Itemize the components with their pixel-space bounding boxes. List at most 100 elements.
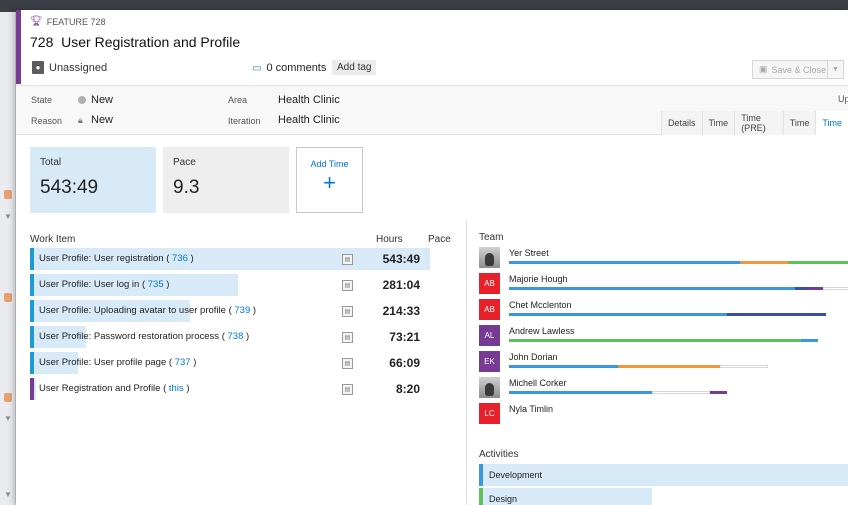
work-item-header: Work Item [30, 234, 76, 245]
iteration-value[interactable]: Health Clinic [278, 114, 340, 126]
activities-header: Activities [479, 449, 519, 460]
pace-tile: Pace 9.3 [163, 147, 289, 213]
save-close-button[interactable]: ▣ Save & Close ▼ [752, 60, 844, 79]
bar-segment [740, 261, 788, 264]
tab-details[interactable]: Details [661, 111, 702, 135]
feature-title[interactable]: User Registration and Profile [61, 34, 240, 50]
comments-count[interactable]: 0 comments [266, 62, 326, 74]
work-item-link[interactable]: 738 [228, 331, 244, 342]
work-item-title[interactable]: User Profile: User profile page ( 737 ) [39, 357, 196, 368]
paren-close: ) [243, 331, 250, 342]
assigned-to-field[interactable]: ● Unassigned [32, 61, 107, 74]
team-header: Team [479, 232, 504, 243]
table-row[interactable]: User Profile: User log in ( 735 ) ▤ 281:04 [30, 274, 430, 296]
work-item-form-icon[interactable]: ▤ [342, 280, 353, 291]
work-item-hours: 8:20 [395, 382, 420, 396]
member-name: Andrew Lawless [509, 326, 575, 336]
plus-icon: + [323, 170, 336, 195]
table-row[interactable]: User Registration and Profile ( this ) ▤ 8… [30, 378, 430, 400]
work-item-accent [30, 248, 34, 270]
work-item-text: User Profile: User registration [39, 253, 167, 264]
work-item-title[interactable]: User Profile: User registration ( 736 ) [39, 253, 194, 264]
work-item-title[interactable]: User Profile: User log in ( 735 ) [39, 279, 169, 290]
work-item-title[interactable]: User Profile: Uploading avatar to user p… [39, 305, 256, 316]
bar-segment [618, 365, 720, 368]
work-item-title[interactable]: User Registration and Profile ( this ) [39, 383, 190, 394]
table-row[interactable]: User Profile: User registration ( 736 ) ▤… [30, 248, 430, 270]
team-member[interactable]: Yer Street [479, 247, 848, 271]
comments-link[interactable]: ▭ 0 comments [252, 62, 326, 74]
work-item-link[interactable]: 736 [172, 253, 188, 264]
paren-close: ) [183, 383, 190, 394]
trophy-icon: 🏆︎ [30, 16, 43, 27]
team-member[interactable]: AB Majorie Hough [479, 273, 848, 297]
table-row[interactable]: User Profile: User profile page ( 737 ) ▤… [30, 352, 430, 374]
bar-segment [710, 391, 727, 394]
work-item-link[interactable]: 737 [175, 357, 191, 368]
work-item-form-icon[interactable]: ▤ [342, 254, 353, 265]
tab-time-active[interactable]: Time [815, 111, 848, 135]
table-row[interactable]: User Profile: Password restoration proce… [30, 326, 430, 348]
work-item-text: User Profile: User log in [39, 279, 142, 290]
avatar [479, 247, 500, 268]
tab-time-pre[interactable]: Time (PRE) [734, 111, 783, 135]
work-item-accent [30, 326, 34, 348]
activity-name: Development [489, 470, 543, 480]
member-name: Majorie Hough [509, 274, 568, 284]
avatar: AB [479, 299, 500, 320]
member-name: Nyla Timlin [509, 404, 554, 414]
member-name: Yer Street [509, 248, 549, 258]
member-name: Michell Corker [509, 378, 567, 388]
state-value[interactable]: New [91, 94, 113, 106]
chevron-down-icon[interactable]: ▼ [827, 61, 843, 78]
work-item-title[interactable]: User Profile: Password restoration proce… [39, 331, 249, 342]
state-label: State [31, 95, 53, 105]
assigned-value[interactable]: Unassigned [49, 62, 107, 74]
page-title[interactable]: 728 User Registration and Profile [30, 34, 240, 50]
work-item-form-icon[interactable]: ▤ [342, 332, 353, 343]
work-item-form-icon[interactable]: ▤ [342, 384, 353, 395]
tab-time[interactable]: Time [701, 111, 735, 135]
work-item-hours: 73:21 [389, 330, 420, 344]
avatar: EK [479, 351, 500, 372]
work-item-form-icon[interactable]: ▤ [342, 358, 353, 369]
reason-value[interactable]: New [91, 114, 113, 126]
tab-time-2[interactable]: Time [782, 111, 816, 135]
save-close-label[interactable]: ▣ Save & Close [753, 64, 827, 75]
add-time-button[interactable]: Add Time + [296, 147, 363, 213]
bg-marker [4, 393, 12, 402]
fields-panel: State New Reason 🔒︎ New Area Health Clin… [16, 85, 848, 135]
work-item-link[interactable]: this [169, 383, 184, 394]
activity-row[interactable]: Design [479, 488, 848, 505]
work-item-hours: 281:04 [382, 278, 420, 292]
work-item-link[interactable]: 735 [148, 279, 164, 290]
work-item-accent [30, 378, 34, 400]
activity-row[interactable]: Development [479, 464, 848, 486]
member-name: Chet Mcclenton [509, 300, 572, 310]
activity-accent [479, 464, 483, 486]
area-label: Area [228, 95, 248, 105]
activity-name: Design [489, 494, 518, 504]
team-member[interactable]: Michell Corker [479, 377, 848, 401]
bar-segment [801, 339, 818, 342]
bar-segment [809, 287, 823, 290]
paren-close: ) [187, 253, 194, 264]
table-row[interactable]: User Profile: Uploading avatar to user p… [30, 300, 430, 322]
state-dot-icon [78, 96, 86, 104]
add-tag-button[interactable]: Add tag [332, 60, 377, 75]
work-item-link[interactable]: 739 [234, 305, 250, 316]
team-member[interactable]: AB Chet Mcclenton [479, 299, 848, 323]
save-icon: ▣ [759, 64, 768, 74]
avatar: LC [479, 403, 500, 424]
team-member[interactable]: LC Nyla Timlin [479, 403, 848, 427]
team-member[interactable]: EK John Dorian [479, 351, 848, 375]
add-time-label: Add Time [310, 159, 349, 169]
up-label: Up [838, 94, 848, 104]
bar-segment [509, 261, 740, 264]
area-value[interactable]: Health Clinic [278, 94, 340, 106]
paren-close: ) [163, 279, 170, 290]
member-activity-bar [509, 391, 727, 394]
work-item-form-icon[interactable]: ▤ [342, 306, 353, 317]
team-member[interactable]: AL Andrew Lawless [479, 325, 848, 349]
work-item-dialog: 🏆︎ FEATURE 728 728 User Registration and… [16, 10, 848, 505]
